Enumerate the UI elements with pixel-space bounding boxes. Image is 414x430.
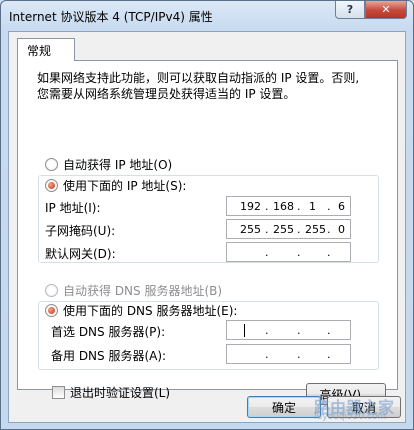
radio-manual-dns-indicator <box>45 304 58 317</box>
preferred-dns-input[interactable]: . . . <box>226 320 351 340</box>
radio-manual-ip[interactable]: 使用下面的 IP 地址(S): <box>45 177 190 194</box>
dialog-window: Internet 协议版本 4 (TCP/IPv4) 属性 ? ✕ 常规 如果网… <box>0 0 414 430</box>
subnet-mask-label: 子网掩码(U): <box>45 224 116 238</box>
radio-auto-ip-indicator <box>45 158 58 171</box>
radio-manual-dns[interactable]: 使用下面的 DNS 服务器地址(E): <box>45 302 241 319</box>
validate-checkbox-box <box>52 386 65 399</box>
mask-octet-3: 255 <box>305 223 326 236</box>
close-button[interactable]: ✕ <box>365 1 407 19</box>
mask-octet-1: 255 <box>240 223 261 236</box>
radio-manual-dns-label: 使用下面的 DNS 服务器地址(E): <box>63 304 238 318</box>
mask-octet-2: 255 <box>273 223 294 236</box>
subnet-mask-input[interactable]: 255 . 255 . 255 . 0 <box>226 219 351 239</box>
text-cursor <box>244 324 245 337</box>
radio-auto-dns-indicator <box>45 284 58 297</box>
alternate-dns-input[interactable]: . . . <box>226 344 351 364</box>
ip-octet-2: 168 <box>273 200 294 213</box>
window-title: Internet 协议版本 4 (TCP/IPv4) 属性 <box>9 10 213 24</box>
radio-manual-ip-label: 使用下面的 IP 地址(S): <box>63 179 187 193</box>
ip-address-label: IP 地址(I): <box>45 201 101 215</box>
radio-auto-ip[interactable]: 自动获得 IP 地址(O) <box>45 156 172 173</box>
gateway-label: 默认网关(D): <box>45 247 116 261</box>
validate-checkbox-label: 退出时验证设置(L) <box>70 386 171 400</box>
validate-on-exit-checkbox[interactable]: 退出时验证设置(L) <box>52 384 170 401</box>
dialog-client: 常规 如果网络支持此功能，则可以获取自动指派的 IP 设置。否则, 您需要从网络… <box>8 31 406 423</box>
radio-manual-ip-indicator <box>45 179 58 192</box>
ok-button[interactable]: 确定 <box>247 396 321 418</box>
radio-auto-dns-label: 自动获得 DNS 服务器地址(B) <box>63 284 223 298</box>
radio-auto-ip-label: 自动获得 IP 地址(O) <box>63 158 173 172</box>
ip-octet-1: 192 <box>240 200 261 213</box>
title-bar[interactable]: Internet 协议版本 4 (TCP/IPv4) 属性 ? ✕ <box>1 1 413 31</box>
radio-auto-dns[interactable]: 自动获得 DNS 服务器地址(B) <box>45 282 222 299</box>
help-button[interactable]: ? <box>335 1 365 19</box>
watermark-url: luyouqi520.com <box>314 412 387 422</box>
alternate-dns-label: 备用 DNS 服务器(A): <box>51 349 167 363</box>
tab-panel-general: 如果网络支持此功能，则可以获取自动指派的 IP 设置。否则, 您需要从网络系统管… <box>17 60 398 405</box>
ip-address-input[interactable]: 192 . 168 . 1 . 6 <box>226 196 351 216</box>
gateway-input[interactable]: . . . <box>226 242 351 262</box>
preferred-dns-label: 首选 DNS 服务器(P): <box>51 325 166 339</box>
ip-octet-3: 1 <box>309 200 316 213</box>
mask-octet-4: 0 <box>338 223 345 236</box>
description-line-1: 如果网络支持此功能，则可以获取自动指派的 IP 设置。否则, <box>37 71 360 85</box>
tab-general[interactable]: 常规 <box>17 38 75 61</box>
description-text: 如果网络支持此功能，则可以获取自动指派的 IP 设置。否则, 您需要从网络系统管… <box>37 70 359 102</box>
description-line-2: 您需要从网络系统管理员处获得适当的 IP 设置。 <box>37 87 296 101</box>
ip-octet-4: 6 <box>338 200 345 213</box>
